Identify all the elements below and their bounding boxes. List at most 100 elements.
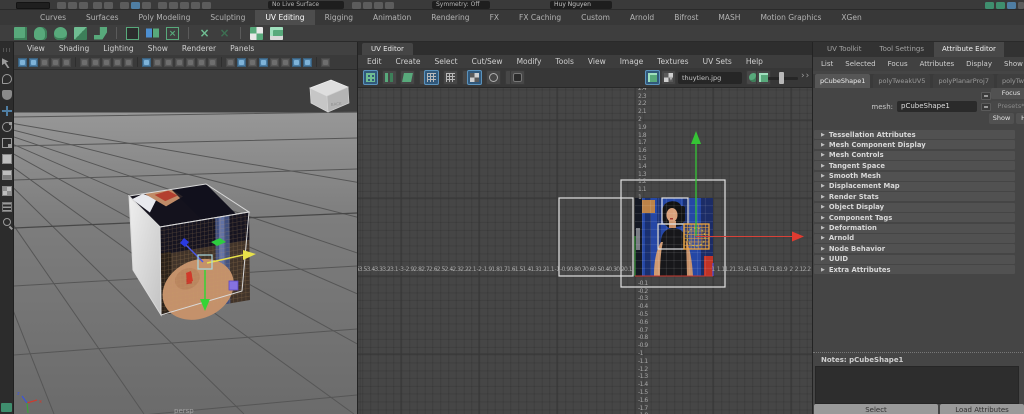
shelf-tab[interactable]: Curves [30, 10, 76, 25]
shadows-icon[interactable] [281, 58, 290, 67]
node-tab[interactable]: polyTweakUV4 [997, 74, 1024, 88]
attribute-section-header[interactable]: ▶ UUID [814, 255, 1015, 264]
move-tool[interactable] [2, 106, 12, 116]
notes-textarea[interactable] [815, 366, 1019, 404]
snap-to-grid-icon[interactable] [158, 2, 167, 9]
load-attributes-button[interactable]: Load Attributes [940, 404, 1024, 414]
no-live-surface-field[interactable]: No Live Surface [268, 1, 344, 9]
attribute-section-header[interactable]: ▶ Smooth Mesh [814, 172, 1015, 181]
attribute-editor-menu-item[interactable]: Show [998, 57, 1024, 71]
attribute-editor-menu-item[interactable]: Display [960, 57, 998, 71]
bookmark-icon[interactable] [51, 58, 60, 67]
presets-button[interactable]: Presets* [991, 101, 1024, 112]
pixel-snap-icon[interactable] [443, 70, 458, 85]
menu-set-selector[interactable] [16, 2, 50, 9]
checker-tiles-icon[interactable] [467, 70, 482, 85]
attribute-section-header[interactable]: ▶ Displacement Map [814, 182, 1015, 191]
lasso-tool[interactable] [2, 74, 12, 84]
uv-editor-menu-item[interactable]: Cut/Sew [465, 55, 510, 68]
gate-mask-icon[interactable] [175, 58, 184, 67]
cut-uv-icon[interactable] [198, 27, 211, 40]
measure-icon[interactable] [1007, 2, 1016, 9]
right-panel-tab[interactable]: Tool Settings [871, 42, 932, 57]
attribute-section-header[interactable]: ▶ Deformation [814, 224, 1015, 233]
help-icon[interactable] [1018, 2, 1024, 9]
uv-editor-tab[interactable]: UV Editor [362, 43, 413, 55]
redo-icon[interactable] [104, 2, 113, 9]
uv-editor-menu-item[interactable]: Create [389, 55, 428, 68]
anti-alias-icon[interactable] [303, 58, 312, 67]
uv-editor-menu-item[interactable]: Image [613, 55, 651, 68]
uv-distortion-icon[interactable] [400, 70, 415, 85]
optimize-uv-icon[interactable] [166, 27, 179, 40]
lock-camera-icon[interactable] [29, 58, 38, 67]
snap-to-curve-icon[interactable] [169, 2, 178, 9]
toolbar-expand-icon[interactable]: ›› [801, 71, 810, 81]
isolate-select-icon[interactable] [321, 58, 330, 67]
uv-textured-view-icon[interactable] [363, 70, 378, 85]
scale-tool[interactable] [2, 138, 12, 148]
uv-editor-menu-item[interactable]: Select [427, 55, 464, 68]
field-chart-icon[interactable] [186, 58, 195, 67]
attribute-editor-menu-item[interactable]: Focus [882, 57, 914, 71]
uv-editor-menu-item[interactable]: Textures [650, 55, 695, 68]
safe-action-icon[interactable] [197, 58, 206, 67]
uv-editor-menu-item[interactable]: Help [739, 55, 770, 68]
shelf-tab[interactable]: Surfaces [76, 10, 128, 25]
show-button[interactable]: Show [989, 113, 1014, 124]
texture-name-field[interactable]: thuytien.jpg [678, 72, 742, 84]
shelf-tab[interactable]: Rigging [315, 10, 363, 25]
sew-uv-icon[interactable] [218, 27, 231, 40]
shelf-tab[interactable]: Custom [571, 10, 620, 25]
image-dropdown-arrow-icon[interactable]: ▼ [669, 76, 673, 82]
cylindrical-projection-icon[interactable] [34, 27, 47, 40]
unfold-icon[interactable] [146, 27, 159, 40]
layout-outliner-button[interactable] [2, 202, 12, 212]
safe-title-icon[interactable] [208, 58, 217, 67]
two-d-pan-zoom-icon[interactable] [80, 58, 89, 67]
grid-toggle-icon[interactable] [424, 70, 439, 85]
right-panel-tab[interactable]: Attribute Editor [934, 42, 1004, 57]
focus-button[interactable]: Focus [991, 88, 1024, 99]
shelf-tab[interactable]: FX Caching [509, 10, 571, 25]
viewport-canvas[interactable]: BACK [14, 70, 357, 414]
oversample-icon[interactable] [91, 58, 100, 67]
uv-editor-menu-item[interactable]: View [581, 55, 613, 68]
shelf-tab[interactable]: UV Editing [255, 10, 314, 25]
select-by-component-icon[interactable] [142, 2, 151, 9]
planar-projection-icon[interactable] [14, 27, 27, 40]
paint-select-tool[interactable] [2, 90, 12, 100]
viewport-menu-item[interactable]: View [20, 42, 52, 55]
select-camera-icon[interactable] [18, 58, 27, 67]
layout-single-pane-button[interactable] [2, 154, 12, 164]
toolbox-bottom-icon[interactable] [1, 403, 12, 412]
uv-editor-menu-item[interactable]: Modify [510, 55, 549, 68]
open-scene-icon[interactable] [68, 2, 77, 9]
viewport-menu-item[interactable]: Panels [223, 42, 261, 55]
select-by-object-icon[interactable] [131, 2, 140, 9]
expand-attribute-button[interactable] [981, 92, 991, 100]
viewport-menu-item[interactable]: Renderer [175, 42, 223, 55]
attribute-section-header[interactable]: ▶ Component Tags [814, 213, 1015, 222]
attribute-editor-menu-item[interactable]: Selected [839, 57, 881, 71]
shelf-separator[interactable] [188, 27, 189, 39]
image-plane-icon[interactable] [62, 58, 71, 67]
undo-icon[interactable] [93, 2, 102, 9]
shade-over-icon[interactable] [486, 70, 501, 85]
film-gate-icon[interactable] [153, 58, 162, 67]
attribute-editor-menu-item[interactable]: List [815, 57, 839, 71]
textured-cube[interactable] [129, 184, 250, 326]
shade-uvs-icon[interactable] [382, 70, 397, 85]
snap-to-plane-icon[interactable] [191, 2, 200, 9]
select-button[interactable]: Select [814, 404, 938, 414]
workspace-icon[interactable] [985, 2, 994, 9]
grid-toggle-icon[interactable] [142, 58, 151, 67]
assign-texture-icon[interactable] [270, 27, 283, 40]
checker-map-icon[interactable] [250, 27, 263, 40]
layout-hypershade-button[interactable] [3, 218, 11, 226]
layout-four-pane-button[interactable] [2, 186, 12, 196]
shelf-tab[interactable]: FX [480, 10, 509, 25]
screen-space-ao-icon[interactable] [292, 58, 301, 67]
uv-editor-menu-item[interactable]: Tools [548, 55, 580, 68]
collapse-attribute-button[interactable] [981, 103, 991, 111]
